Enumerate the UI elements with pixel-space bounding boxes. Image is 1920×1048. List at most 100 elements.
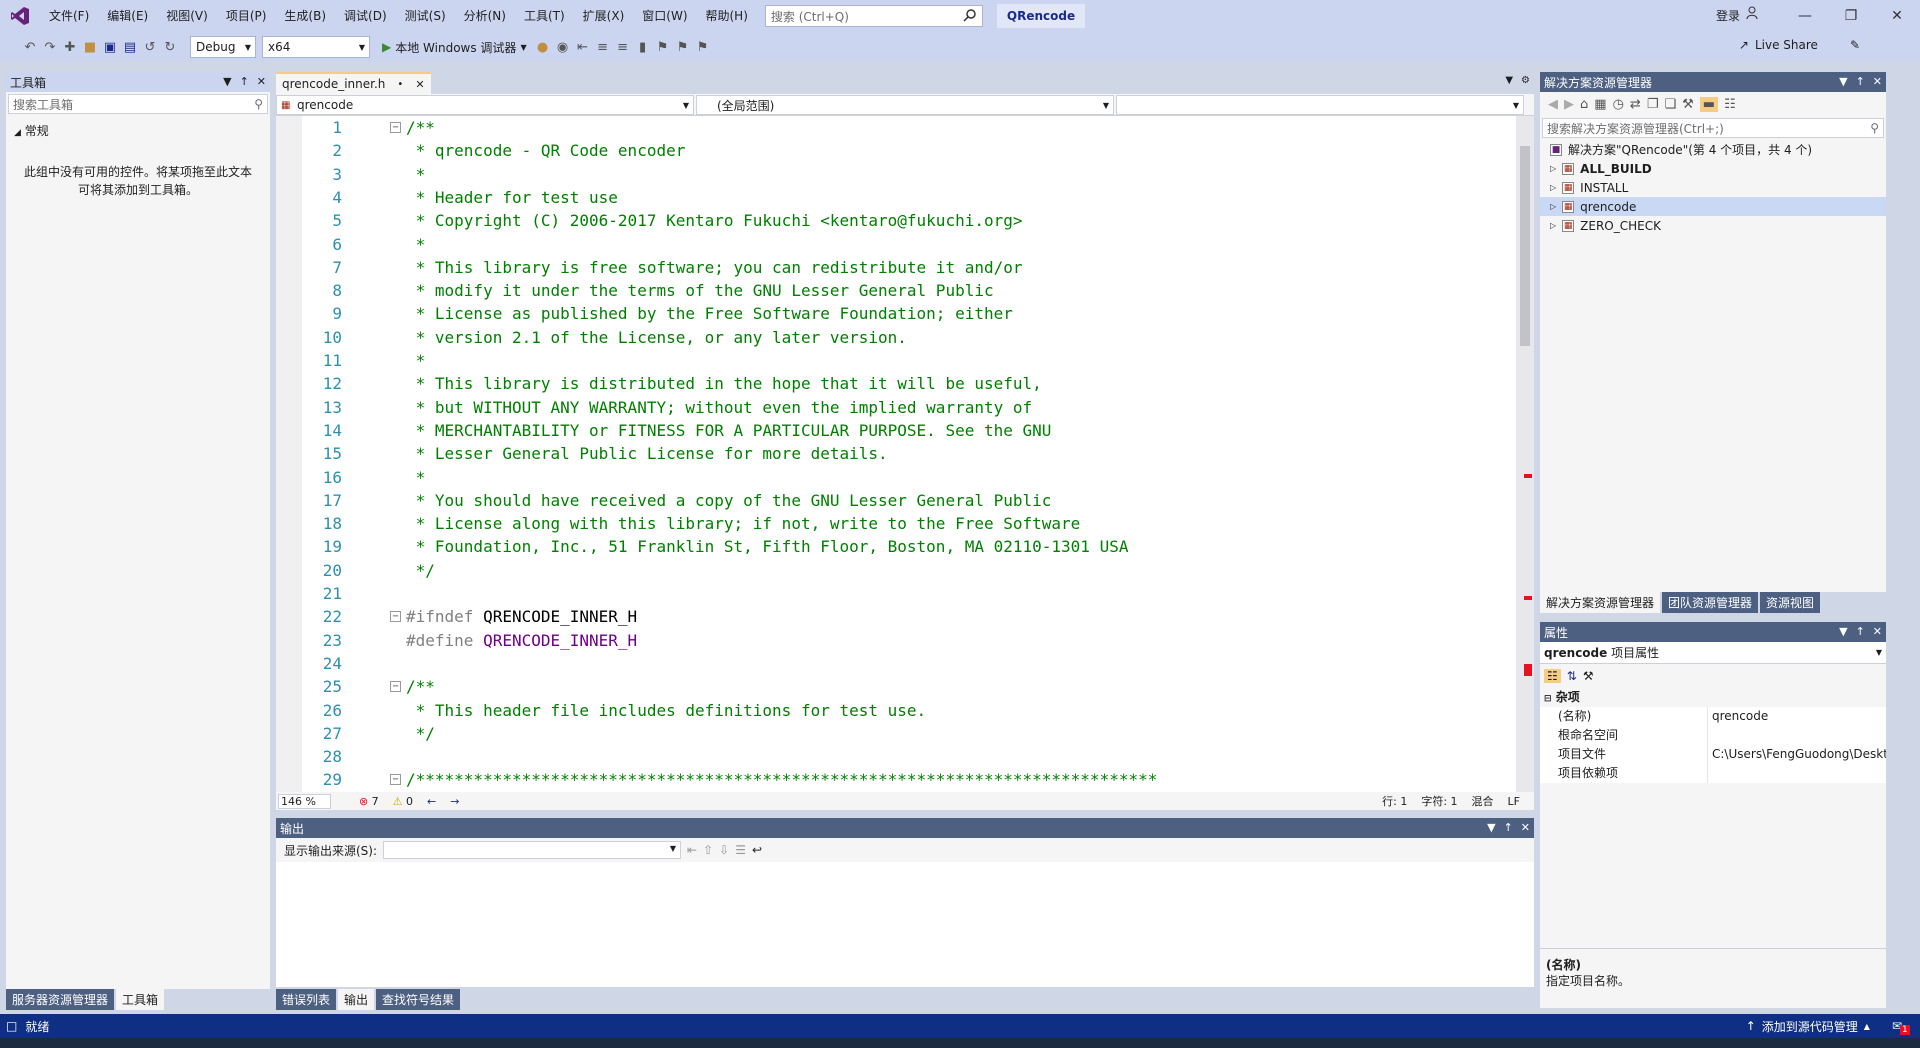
fold-toggle-icon[interactable]: − <box>390 681 401 693</box>
vertical-scrollbar[interactable] <box>1516 116 1534 792</box>
new-project-icon[interactable]: ✚ <box>60 37 80 57</box>
property-pages-icon[interactable]: ⚒ <box>1583 669 1594 683</box>
close-icon[interactable]: ✕ <box>1873 622 1882 642</box>
comment-icon[interactable]: ≡ <box>593 37 613 57</box>
alphabetical-icon[interactable]: ⇅ <box>1567 669 1577 683</box>
home-icon[interactable]: ⌂ <box>1580 97 1588 112</box>
pin-icon[interactable]: ↑ <box>1504 818 1513 838</box>
close-icon[interactable]: ✕ <box>1521 818 1530 838</box>
properties-object-select[interactable]: qrencode 项目属性 ▼ <box>1540 642 1886 664</box>
open-file-icon[interactable]: ■ <box>80 37 100 57</box>
expand-arrow-icon[interactable]: ▷ <box>1550 202 1556 211</box>
class-view-icon[interactable]: ☷ <box>1724 97 1736 112</box>
menu-item[interactable]: 文件(F) <box>40 0 98 32</box>
line-ending-indicator[interactable]: LF <box>1508 795 1520 808</box>
property-category[interactable]: ⊟ 杂项 <box>1540 688 1886 707</box>
word-wrap-icon[interactable]: ↩ <box>752 843 762 857</box>
tab-toolbox[interactable]: 工具箱 <box>116 989 165 1010</box>
tab-find-symbol-results[interactable]: 查找符号结果 <box>376 989 461 1010</box>
chevron-down-icon[interactable]: ▼ <box>223 72 231 92</box>
preview-icon[interactable]: ▬ <box>1699 96 1719 112</box>
pin-icon[interactable]: ↑ <box>1856 622 1865 642</box>
chevron-down-icon[interactable]: ▼ <box>1487 818 1495 838</box>
maximize-button[interactable]: ❐ <box>1828 0 1874 32</box>
property-value[interactable] <box>1708 764 1886 783</box>
bookmark-icon[interactable]: ▮ <box>633 37 653 57</box>
wrench-icon[interactable]: ⚒ <box>1682 97 1694 112</box>
next-issue-icon[interactable]: → <box>450 795 459 808</box>
property-row[interactable]: 项目文件 C:\Users\FengGuodong\Deskt <box>1540 745 1886 764</box>
prev-issue-icon[interactable]: ← <box>427 795 436 808</box>
expand-arrow-icon[interactable]: ▷ <box>1550 164 1556 173</box>
prev-bookmark-icon[interactable]: ⚑ <box>653 37 673 57</box>
pin-icon[interactable]: ↑ <box>1856 72 1865 92</box>
platform-select[interactable]: x64 ▼ <box>262 36 370 58</box>
live-share-button[interactable]: ↗ Live Share ✎ <box>1739 38 1860 52</box>
pin-icon[interactable]: ↑ <box>240 72 249 92</box>
tab-resource-view[interactable]: 资源视图 <box>1760 592 1821 613</box>
property-value[interactable] <box>1708 726 1886 745</box>
chevron-down-icon[interactable]: ▼ <box>1839 72 1847 92</box>
project-dropdown[interactable]: ▦ qrencode ▼ <box>276 95 694 115</box>
collapse-all-icon[interactable]: ❐ <box>1647 97 1659 112</box>
categorized-icon[interactable]: ☷ <box>1544 669 1561 683</box>
tab-error-list[interactable]: 错误列表 <box>276 989 337 1010</box>
clear-all-icon[interactable]: ☰ <box>735 843 746 857</box>
save-all-icon[interactable]: ▤ <box>120 37 140 57</box>
step-icon[interactable]: ⇤ <box>573 37 593 57</box>
menu-item[interactable]: 分析(N) <box>455 0 515 32</box>
pin-icon[interactable]: • <box>397 79 403 90</box>
forward-icon[interactable]: ▶ <box>1564 97 1574 112</box>
member-dropdown[interactable]: ▼ <box>1116 95 1524 115</box>
redo-icon[interactable]: ↻ <box>160 37 180 57</box>
menu-item[interactable]: 视图(V) <box>157 0 217 32</box>
property-value[interactable]: qrencode <box>1708 707 1886 726</box>
history-icon[interactable]: ◷ <box>1613 97 1624 112</box>
zoom-select[interactable]: 146 % <box>278 793 331 809</box>
save-icon[interactable]: ▣ <box>100 37 120 57</box>
fold-toggle-icon[interactable]: − <box>390 611 401 623</box>
menu-item[interactable]: 帮助(H) <box>697 0 757 32</box>
close-icon[interactable]: ✕ <box>1873 72 1882 92</box>
close-button[interactable]: ✕ <box>1874 0 1920 32</box>
notifications-button[interactable]: ✉ 1 <box>1892 1019 1910 1035</box>
toolbox-group-general[interactable]: ◢ 常规 <box>6 116 270 145</box>
back-icon[interactable]: ◀ <box>1548 97 1558 112</box>
sync-icon[interactable]: ⇄ <box>1630 97 1641 112</box>
tab-output[interactable]: 输出 <box>338 989 375 1010</box>
back-icon[interactable]: ↶ <box>20 37 40 57</box>
minimize-button[interactable]: — <box>1782 0 1828 32</box>
property-row[interactable]: 项目依赖项 <box>1540 764 1886 783</box>
chevron-down-icon[interactable]: ▼ <box>1839 622 1847 642</box>
scrollbar-thumb[interactable] <box>1520 146 1530 346</box>
tab-server-explorer[interactable]: 服务器资源管理器 <box>6 989 115 1010</box>
find-message-icon[interactable]: ⇤ <box>687 843 697 857</box>
close-icon[interactable]: ✕ <box>415 78 424 91</box>
sign-in-button[interactable]: 登录 <box>1716 0 1760 32</box>
gear-icon[interactable]: ⚙ <box>1521 75 1530 86</box>
scope-dropdown[interactable]: (全局范围) ▼ <box>696 95 1114 115</box>
next-bookmark-icon[interactable]: ⚑ <box>673 37 693 57</box>
tab-qrencode-inner-h[interactable]: qrencode_inner.h • ✕ <box>276 72 431 94</box>
camera-icon[interactable]: ◉ <box>553 37 573 57</box>
error-count[interactable]: ⊗ 7 <box>359 795 379 808</box>
show-all-files-icon[interactable]: ❏ <box>1664 97 1676 112</box>
expand-arrow-icon[interactable]: ▷ <box>1550 183 1556 192</box>
code-area[interactable]: 1−/** 2 * qrencode - QR Code encoder 3 * 4 … <box>276 116 1516 792</box>
menu-item[interactable]: 测试(S) <box>396 0 455 32</box>
menu-item[interactable]: 调试(D) <box>335 0 396 32</box>
clear-bookmarks-icon[interactable]: ⚑ <box>693 37 713 57</box>
menu-item[interactable]: 生成(B) <box>275 0 335 32</box>
warning-count[interactable]: ⚠ 0 <box>393 795 413 808</box>
property-value[interactable]: C:\Users\FengGuodong\Deskt <box>1708 745 1886 764</box>
fold-toggle-icon[interactable]: − <box>390 774 401 786</box>
solution-explorer-search-input[interactable]: 搜索解决方案资源管理器(Ctrl+;) ⚲ <box>1542 118 1884 138</box>
configuration-select[interactable]: Debug ▼ <box>190 36 256 58</box>
start-debugging-button[interactable]: ▶ 本地 Windows 调试器 ▼ <box>376 39 533 56</box>
close-icon[interactable]: ✕ <box>257 72 266 92</box>
menu-item[interactable]: 项目(P) <box>217 0 276 32</box>
project-node[interactable]: ▷ ▦ qrencode <box>1540 197 1886 216</box>
tab-solution-explorer[interactable]: 解决方案资源管理器 <box>1540 592 1661 613</box>
tabs-indicator[interactable]: 混合 <box>1472 793 1494 809</box>
forward-icon[interactable]: ↷ <box>40 37 60 57</box>
